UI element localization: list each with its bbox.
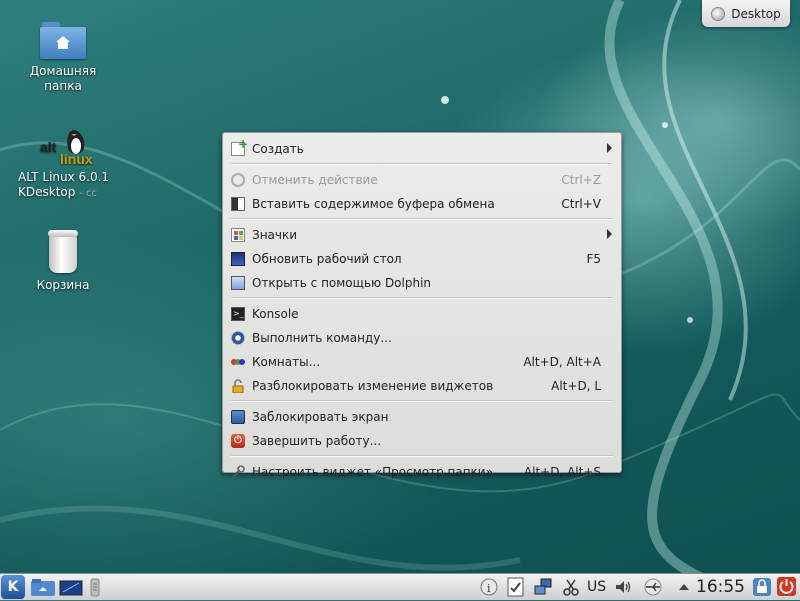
power-icon: ⏻ (231, 434, 245, 448)
menu-item-label: Konsole (252, 307, 299, 321)
volume-button[interactable] (614, 578, 632, 596)
menu-item-label: Завершить работу... (252, 434, 382, 448)
create-new-icon (231, 137, 248, 156)
usb-icon (644, 578, 662, 596)
power-icon (777, 577, 796, 596)
menu-item-shortcut: Alt+D, L (551, 379, 601, 393)
info-button[interactable]: i (480, 578, 498, 596)
network-icon (534, 578, 552, 595)
kde-logo-icon: K (7, 579, 19, 595)
menu-item-label: Выполнить команду... (252, 331, 392, 345)
keyboard-layout-indicator[interactable]: US (587, 577, 606, 598)
menu-item-configure-widget[interactable]: Настроить виджет «Просмотр папки» Alt+D,… (223, 460, 621, 484)
icons-view-icon (231, 228, 245, 242)
toolbox-icon (711, 6, 726, 21)
desktop-icon (59, 580, 83, 596)
activities-icon (231, 355, 245, 369)
show-desktop-button[interactable] (59, 577, 83, 598)
svg-text:alt: alt (40, 139, 57, 155)
configure-widget-icon (231, 465, 245, 479)
network-button[interactable] (533, 578, 555, 596)
menu-item-paste[interactable]: Вставить содержимое буфера обмена Ctrl+V (223, 192, 621, 216)
usb-device-button[interactable] (642, 578, 664, 596)
kickoff-menu-button[interactable]: K (1, 575, 25, 599)
menu-separator (231, 400, 613, 402)
home-folder-icon (40, 20, 86, 60)
unlock-widgets-icon (231, 379, 245, 394)
desktop-icon-label: KDesktop (18, 185, 76, 199)
menu-item-activities[interactable]: Комнаты... Alt+D, Alt+A (223, 350, 621, 374)
menu-item-label: Заблокировать экран (252, 410, 389, 424)
desktop-icon-label: папка (44, 79, 82, 93)
desktop-icon-label: Корзина (36, 278, 90, 292)
show-desktop-folder-button[interactable] (30, 577, 56, 598)
trash-icon (46, 230, 80, 274)
menu-separator (231, 455, 613, 457)
desktop-icon-alt-linux[interactable]: alt linux ALT Linux 6.0.1 KDesktop - cc (14, 126, 114, 201)
menu-item-open-dolphin[interactable]: Открыть с помощью Dolphin (223, 271, 621, 295)
toolbox-label: Desktop (731, 6, 781, 21)
menu-separator (231, 163, 613, 165)
arrow-up-icon (679, 584, 689, 590)
konsole-icon: >_ (231, 307, 245, 321)
menu-item-run-command[interactable]: Выполнить команду... (223, 326, 621, 350)
menu-item-shortcut: Alt+D, Alt+A (523, 355, 601, 369)
svg-text:i: i (487, 582, 491, 595)
lock-icon (753, 578, 771, 596)
info-icon: i (480, 578, 498, 596)
grip-icon (90, 578, 100, 597)
alt-linux-icon: alt linux (38, 126, 94, 167)
menu-separator (231, 218, 613, 220)
svg-text:linux: linux (60, 151, 93, 166)
menu-item-icons[interactable]: Значки (223, 223, 621, 247)
menu-item-label: Обновить рабочий стол (252, 252, 402, 266)
clipboard-button[interactable] (505, 576, 527, 598)
lock-screen-icon (231, 410, 245, 424)
menu-item-shortcut: F5 (586, 252, 601, 266)
menu-item-label: Открыть с помощью Dolphin (252, 276, 432, 290)
submenu-arrow-icon (607, 229, 612, 239)
tray-expand-button[interactable] (677, 577, 691, 598)
klipper-button[interactable] (562, 578, 580, 596)
refresh-desktop-icon (231, 252, 245, 266)
scissors-icon (563, 579, 579, 596)
menu-item-shortcut: Alt+D, Alt+S (523, 465, 601, 479)
menu-separator (231, 297, 613, 299)
menu-item-konsole[interactable]: >_ Konsole (223, 302, 621, 326)
desktop-icon-home[interactable]: Домашняя папка (17, 20, 109, 94)
desktop-icon-label: Домашняя (29, 64, 97, 78)
task-manager-handle[interactable] (88, 577, 102, 598)
menu-item-unlock-widgets[interactable]: Разблокировать изменение виджетов Alt+D,… (223, 374, 621, 398)
lock-screen-taskbar-button[interactable] (752, 577, 772, 597)
run-command-icon (231, 331, 245, 345)
desktop-icon-trash[interactable]: Корзина (17, 230, 109, 293)
clipboard-icon (507, 577, 524, 597)
menu-item-create[interactable]: Создать (223, 137, 621, 161)
undo-icon (231, 173, 245, 187)
menu-item-shortcut: Ctrl+Z (561, 173, 601, 187)
menu-item-shortcut: Ctrl+V (561, 197, 601, 211)
paste-icon (231, 197, 245, 211)
folder-icon (31, 579, 55, 596)
menu-item-label: Значки (252, 228, 298, 242)
desktop-icon-label: ALT Linux 6.0.1 (18, 170, 110, 184)
dolphin-icon (231, 276, 245, 290)
digital-clock[interactable]: 16:55 (696, 577, 745, 598)
desktop-context-menu: Создать Отменить действие Ctrl+Z Вставит… (222, 132, 622, 479)
taskbar: K i US 16:55 (0, 573, 800, 600)
menu-item-refresh-desktop[interactable]: Обновить рабочий стол F5 (223, 247, 621, 271)
menu-item-undo: Отменить действие Ctrl+Z (223, 168, 621, 192)
desktop-icon-label-tail: - cc (79, 188, 97, 199)
menu-item-shutdown[interactable]: ⏻ Завершить работу... (223, 429, 621, 453)
submenu-arrow-icon (607, 143, 612, 153)
leave-button[interactable] (776, 576, 797, 597)
volume-icon (616, 581, 631, 593)
desktop-toolbox-button[interactable]: Desktop (702, 0, 790, 27)
menu-item-lock-screen[interactable]: Заблокировать экран (223, 405, 621, 429)
menu-item-label: Создать (252, 142, 304, 156)
